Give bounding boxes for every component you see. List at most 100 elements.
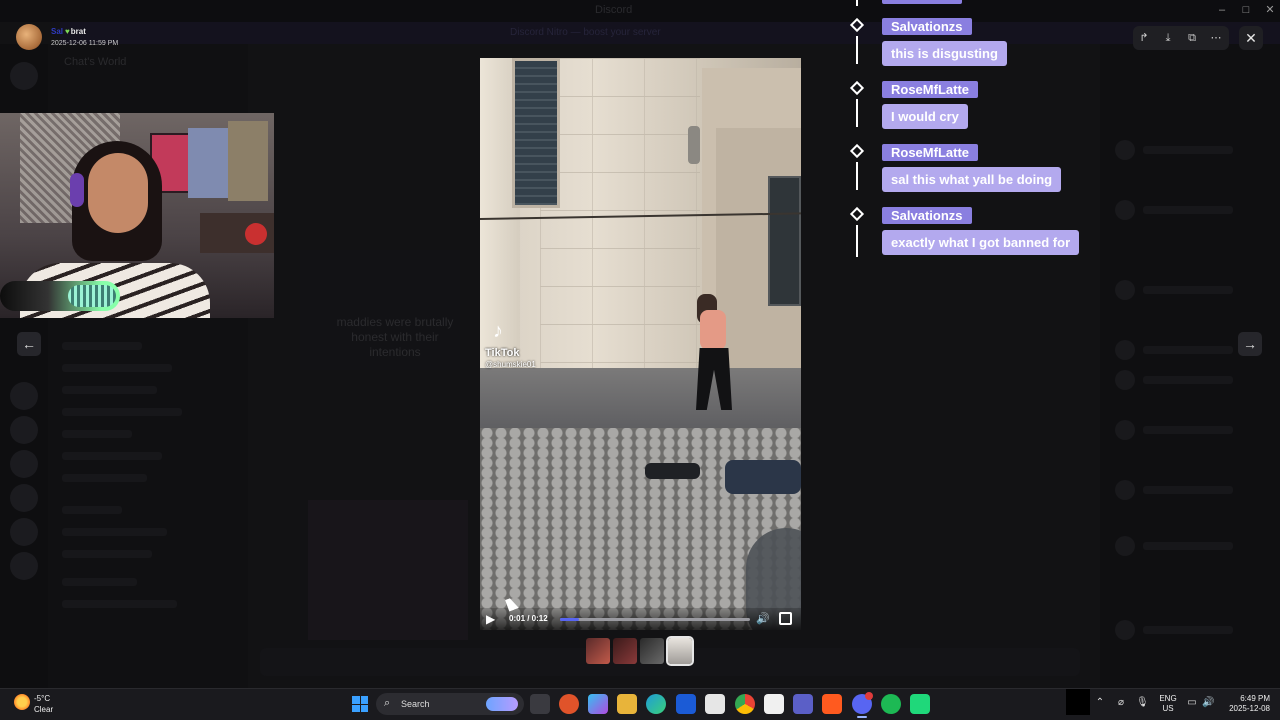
video-progress-fill	[560, 618, 579, 621]
video-time: 0:01 / 0:12	[509, 614, 548, 623]
streaming-app-icon[interactable]	[910, 694, 930, 714]
weather-temperature[interactable]: -5°C	[34, 694, 50, 703]
window-close-button[interactable]: ✕	[1260, 2, 1280, 18]
video-door	[768, 176, 801, 306]
play-button[interactable]: ▶	[486, 612, 498, 626]
language-code: ENG	[1159, 694, 1177, 703]
volume-icon[interactable]: 🔊	[756, 612, 770, 626]
store-icon[interactable]	[705, 694, 725, 714]
maximize-button[interactable]: □	[1236, 2, 1256, 18]
copilot-icon[interactable]	[588, 694, 608, 714]
media-thumbnail[interactable]	[613, 638, 637, 664]
microphone-icon[interactable]: 🎙	[1136, 697, 1149, 709]
arrow-left-icon: ←	[22, 336, 36, 352]
document-icon[interactable]	[764, 694, 784, 714]
teams-icon[interactable]	[793, 694, 813, 714]
server-name: Chat's World	[64, 56, 127, 68]
previous-button[interactable]: ←	[17, 332, 41, 356]
chat-image[interactable]	[308, 500, 468, 640]
chat-username: RoseMfLatte	[882, 144, 979, 161]
webcam-poster	[188, 128, 228, 198]
media-thumbnail-active[interactable]	[666, 636, 694, 666]
visual-studio-icon[interactable]	[676, 694, 696, 714]
channel-item[interactable]	[62, 550, 152, 558]
channel-item[interactable]	[62, 408, 182, 416]
forward-icon[interactable]: ↱	[1136, 30, 1152, 46]
avatar	[1115, 140, 1135, 160]
member-item[interactable]	[1115, 420, 1265, 440]
server-icon[interactable]	[10, 62, 38, 90]
member-item[interactable]	[1115, 536, 1265, 556]
display-icon[interactable]: ▭	[1186, 697, 1198, 709]
chat-message: I would cry	[882, 104, 968, 129]
file-explorer-icon[interactable]	[617, 694, 637, 714]
media-thumbnail[interactable]	[586, 638, 610, 664]
avatar[interactable]	[16, 24, 42, 50]
open-external-icon[interactable]: ⧉	[1184, 30, 1200, 46]
member-item[interactable]	[1115, 370, 1265, 390]
weather-condition[interactable]: Clear	[34, 705, 53, 714]
video-seek-bar[interactable]	[560, 618, 750, 621]
chat-username: RoseMfLatte	[882, 81, 979, 98]
banner-text: Discord Nitro — boost your server	[510, 27, 661, 38]
avatar	[1115, 620, 1135, 640]
download-icon[interactable]: ⤓	[1160, 30, 1176, 46]
window-title: Discord	[595, 4, 633, 16]
language-indicator[interactable]: ENG US	[1158, 694, 1178, 714]
server-icon[interactable]	[10, 382, 38, 410]
spotify-icon[interactable]	[881, 694, 901, 714]
video-clothes	[645, 463, 700, 479]
tiktok-watermark: TikTok	[485, 347, 520, 359]
member-item[interactable]	[1115, 480, 1265, 500]
member-name	[1143, 542, 1233, 550]
edge-icon[interactable]	[646, 694, 666, 714]
active-app-indicator	[857, 716, 867, 718]
more-icon[interactable]: ⋯	[1208, 30, 1224, 46]
channel-item[interactable]	[62, 430, 132, 438]
game-launcher-icon[interactable]	[822, 694, 842, 714]
channel-item[interactable]	[62, 578, 137, 586]
channel-item[interactable]	[62, 364, 172, 372]
network-off-icon[interactable]: ⌀	[1115, 697, 1127, 709]
uploader-name[interactable]: Sal	[51, 27, 63, 36]
task-view-icon[interactable]	[530, 694, 550, 714]
start-button[interactable]	[352, 696, 368, 712]
fullscreen-icon[interactable]	[779, 612, 792, 625]
chevron-up-icon[interactable]: ⌃	[1094, 697, 1106, 709]
channel-item[interactable]	[62, 474, 147, 482]
avatar	[1115, 536, 1135, 556]
brave-icon[interactable]	[559, 694, 579, 714]
member-item[interactable]	[1115, 140, 1265, 160]
timeline-line	[856, 36, 858, 64]
server-icon[interactable]	[10, 518, 38, 546]
chat-username-cutoff	[882, 0, 962, 4]
server-icon[interactable]	[10, 484, 38, 512]
close-icon: ✕	[1245, 30, 1257, 46]
region-code: US	[1162, 704, 1174, 713]
member-item[interactable]	[1115, 620, 1265, 640]
server-icon[interactable]	[10, 450, 38, 478]
chat-embed-caption: maddies were brutally honest with their …	[336, 315, 454, 359]
minimize-button[interactable]: –	[1212, 2, 1232, 18]
channel-item[interactable]	[62, 506, 122, 514]
member-item[interactable]	[1115, 200, 1265, 220]
nitro-banner: Discord Nitro — boost your server	[60, 22, 1280, 44]
volume-icon[interactable]: 🔊	[1202, 697, 1214, 709]
channel-item[interactable]	[62, 600, 177, 608]
taskbar-clock[interactable]: 6:49 PM 2025-12-08	[1222, 694, 1270, 714]
media-thumbnail[interactable]	[640, 638, 664, 664]
streamer-webcam	[0, 113, 274, 318]
chrome-icon[interactable]	[735, 694, 755, 714]
channel-item[interactable]	[62, 452, 162, 460]
weather-icon[interactable]	[14, 694, 30, 710]
video-player[interactable]: ♪ TikTok @shumskie01	[480, 58, 801, 630]
member-name	[1143, 626, 1233, 634]
server-icon[interactable]	[10, 416, 38, 444]
member-item[interactable]	[1115, 280, 1265, 300]
next-button[interactable]: →	[1238, 332, 1262, 356]
server-icon[interactable]	[10, 552, 38, 580]
channel-item[interactable]	[62, 342, 142, 350]
close-viewer-button[interactable]: ✕	[1239, 26, 1263, 50]
channel-item[interactable]	[62, 528, 167, 536]
channel-item[interactable]	[62, 386, 157, 394]
